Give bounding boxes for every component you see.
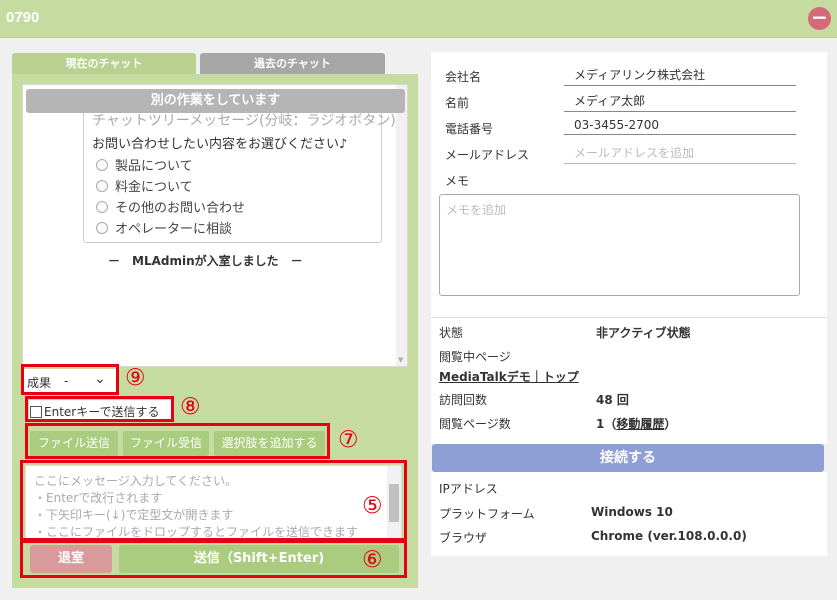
annotation-number-7: ⑦ [338, 427, 359, 453]
collapse-icon[interactable]: − [808, 7, 831, 30]
visit-count-value: 48 回 [596, 393, 629, 407]
memo-label: メモ [445, 174, 470, 188]
chat-id-title: 0790 [6, 9, 40, 26]
status-panel: 状態 非アクティブ状態 閲覧中ページ MediaTalkデモ｜トップ 訪問回数 … [431, 317, 827, 444]
annotation-number-6: ⑥ [362, 547, 383, 573]
email-field[interactable]: メールアドレスを追加 [564, 144, 796, 164]
annotation-number-8: ⑧ [180, 394, 201, 420]
browser-value: Chrome (ver.108.0.0.0) [591, 529, 747, 543]
annotation-number-5: ⑤ [362, 493, 383, 519]
chat-window-header: 0790 − [0, 0, 837, 38]
environment-panel: IPアドレス プラットフォーム Windows 10 ブラウザ Chrome (… [431, 472, 827, 556]
phone-label: 電話番号 [445, 122, 494, 136]
radio-icon[interactable] [96, 201, 108, 213]
annotation-box-5 [20, 460, 407, 541]
email-label: メールアドレス [445, 148, 530, 162]
memo-textarea[interactable]: メモを追加 [439, 194, 800, 296]
annotation-box-9 [21, 364, 119, 395]
option-pricing[interactable]: 料金について [96, 176, 193, 195]
annotation-box-6 [20, 540, 407, 578]
name-label: 名前 [445, 96, 470, 110]
company-label: 会社名 [445, 70, 482, 84]
browser-label: ブラウザ [439, 531, 488, 545]
card-title: チャットツリーメッセージ(分岐：ラジオボタン) [92, 113, 396, 129]
radio-icon[interactable] [96, 159, 108, 171]
ip-label: IPアドレス [439, 482, 498, 496]
busy-banner: 別の作業をしています [26, 89, 405, 113]
visit-count-label: 訪問回数 [439, 393, 488, 407]
viewing-page-label: 閲覧中ページ [439, 350, 511, 364]
page-count-value: 1（移動履歴） [596, 417, 677, 431]
annotation-box-7 [25, 423, 330, 459]
state-value: 非アクティブ状態 [596, 326, 691, 340]
name-field[interactable]: メディア太郎 [564, 92, 796, 112]
chat-tree-message-card: チャットツリーメッセージ(分岐：ラジオボタン) お問い合わせしたい内容をお選びく… [83, 103, 396, 243]
option-other[interactable]: その他のお問い合わせ [96, 197, 245, 216]
tab-past-chat[interactable]: 過去のチャット [200, 53, 385, 74]
annotation-box-8 [25, 396, 174, 422]
history-link[interactable]: 移動履歴 [616, 417, 664, 431]
radio-icon[interactable] [96, 222, 108, 234]
card-question: お問い合わせしたい内容をお選びください♪ [92, 137, 348, 152]
annotation-number-9: ⑨ [125, 365, 146, 391]
option-product[interactable]: 製品について [96, 155, 193, 174]
option-operator[interactable]: オペレーターに相談 [96, 218, 232, 237]
company-field[interactable]: メディアリンク株式会社 [564, 66, 796, 86]
scroll-down-icon[interactable]: ▼ [398, 356, 403, 364]
chat-log-scrollbar[interactable]: ▲ ▼ [396, 85, 407, 366]
platform-value: Windows 10 [591, 505, 673, 519]
connect-button[interactable]: 接続する [432, 444, 824, 472]
tab-current-chat[interactable]: 現在のチャット [12, 53, 196, 74]
viewing-page-link[interactable]: MediaTalkデモ｜トップ [439, 368, 579, 385]
join-message: － MLAdminが入室しました － [108, 254, 303, 268]
platform-label: プラットフォーム [439, 507, 535, 521]
page-count-label: 閲覧ページ数 [439, 417, 511, 431]
radio-icon[interactable] [96, 180, 108, 192]
phone-field[interactable]: 03-3455-2700 [564, 118, 796, 135]
state-label: 状態 [439, 326, 464, 340]
